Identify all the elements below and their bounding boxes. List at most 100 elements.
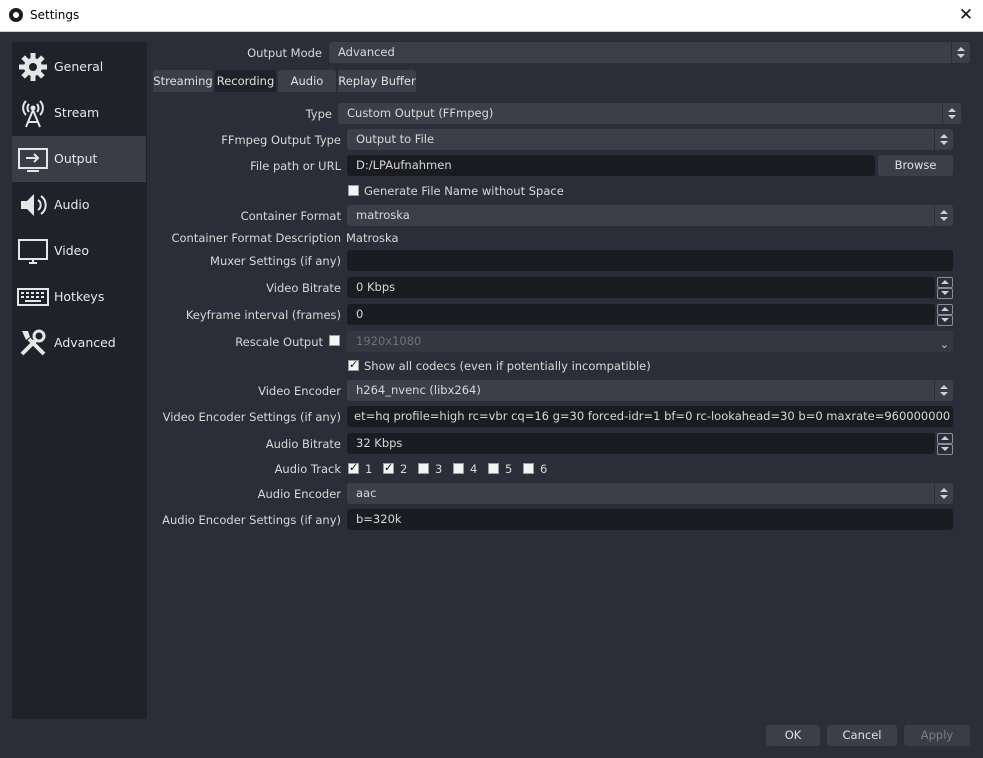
tools-icon bbox=[20, 329, 46, 356]
browse-button[interactable]: Browse bbox=[878, 155, 953, 176]
sidebar-item-label: Hotkeys bbox=[54, 289, 105, 304]
arrow-down-icon[interactable] bbox=[937, 288, 953, 299]
sidebar-item-general[interactable]: General bbox=[12, 44, 146, 90]
video-encoder-settings-input[interactable]: et=hq profile=high rc=vbr cq=16 g=30 for… bbox=[347, 406, 953, 427]
container-format-value: matroska bbox=[356, 208, 410, 222]
tab-streaming[interactable]: Streaming bbox=[153, 70, 213, 92]
rescale-output-checkbox[interactable] bbox=[329, 335, 340, 346]
audio-track-4-checkbox[interactable] bbox=[453, 463, 464, 474]
file-path-label: File path or URL bbox=[250, 159, 341, 173]
audio-track-3-checkbox[interactable] bbox=[418, 463, 429, 474]
arrow-down-icon[interactable] bbox=[937, 315, 953, 326]
sidebar-item-label: Output bbox=[54, 151, 98, 166]
rescale-resolution-value: 1920x1080 bbox=[356, 334, 422, 348]
keyframe-interval-label: Keyframe interval (frames) bbox=[185, 308, 341, 322]
tab-replay-buffer[interactable]: Replay Buffer bbox=[338, 70, 416, 92]
rescale-output-label: Rescale Output bbox=[235, 335, 323, 349]
ok-button[interactable]: OK bbox=[766, 725, 820, 746]
keyboard-icon bbox=[17, 288, 49, 306]
monitor-icon bbox=[18, 239, 48, 264]
sidebar-item-video[interactable]: Video bbox=[12, 228, 146, 274]
title-bar: Settings ✕ bbox=[0, 0, 983, 32]
video-encoder-select[interactable]: h264_nvenc (libx264) bbox=[347, 380, 953, 401]
file-path-input[interactable]: D:/LPAufnahmen bbox=[347, 155, 875, 176]
ffmpeg-output-type-select[interactable]: Output to File bbox=[347, 129, 953, 150]
gear-icon bbox=[19, 53, 47, 81]
ffmpeg-output-type-label: FFmpeg Output Type bbox=[221, 133, 341, 147]
generate-file-name-label: Generate File Name without Space bbox=[364, 184, 564, 198]
muxer-settings-input[interactable] bbox=[347, 250, 953, 271]
sidebar-item-output[interactable]: Output bbox=[12, 136, 146, 182]
audio-track-6-label: 6 bbox=[540, 462, 548, 476]
audio-encoder-label: Audio Encoder bbox=[257, 487, 341, 501]
video-bitrate-value: 0 Kbps bbox=[356, 280, 396, 294]
audio-track-1-label: 1 bbox=[365, 462, 373, 476]
ffmpeg-output-type-value: Output to File bbox=[356, 132, 435, 146]
apply-button[interactable]: Apply bbox=[904, 725, 970, 746]
sidebar-item-advanced[interactable]: Advanced bbox=[12, 320, 146, 366]
type-value: Custom Output (FFmpeg) bbox=[347, 106, 494, 120]
audio-track-2-checkbox[interactable] bbox=[383, 461, 394, 474]
audio-bitrate-spinbox[interactable]: 32 Kbps bbox=[347, 433, 953, 455]
container-desc-label: Container Format Description bbox=[171, 231, 341, 245]
arrow-up-icon[interactable] bbox=[937, 433, 953, 444]
video-bitrate-spinbox[interactable]: 0 Kbps bbox=[347, 277, 953, 299]
up-down-arrows-icon bbox=[942, 103, 961, 124]
audio-track-1-checkbox[interactable] bbox=[348, 461, 359, 474]
output-icon bbox=[18, 148, 48, 172]
audio-track-2-label: 2 bbox=[400, 462, 408, 476]
window-title: Settings bbox=[30, 8, 80, 22]
up-down-arrows-icon bbox=[934, 483, 953, 504]
output-mode-select[interactable]: Advanced bbox=[329, 42, 970, 63]
sidebar-item-label: Stream bbox=[54, 105, 100, 120]
video-bitrate-label: Video Bitrate bbox=[266, 281, 341, 295]
container-format-select[interactable]: matroska bbox=[347, 205, 953, 226]
audio-track-5-label: 5 bbox=[505, 462, 513, 476]
spin-buttons[interactable] bbox=[937, 433, 953, 455]
sidebar-item-label: Advanced bbox=[54, 335, 116, 350]
type-select[interactable]: Custom Output (FFmpeg) bbox=[338, 103, 961, 124]
output-mode-label: Output Mode bbox=[247, 46, 322, 60]
tab-audio[interactable]: Audio bbox=[278, 70, 336, 92]
audio-track-5-checkbox[interactable] bbox=[488, 463, 499, 474]
container-format-label: Container Format bbox=[240, 209, 341, 223]
audio-track-4-label: 4 bbox=[470, 462, 478, 476]
audio-encoder-settings-input[interactable]: b=320k bbox=[347, 509, 953, 530]
up-down-arrows-icon bbox=[934, 129, 953, 150]
tab-recording[interactable]: Recording bbox=[215, 70, 276, 92]
sidebar-item-label: General bbox=[54, 59, 104, 74]
spin-buttons[interactable] bbox=[937, 277, 953, 299]
show-all-codecs-checkbox[interactable] bbox=[348, 358, 359, 371]
antenna-icon bbox=[22, 100, 44, 128]
keyframe-interval-value: 0 bbox=[356, 307, 364, 321]
video-encoder-value: h264_nvenc (libx264) bbox=[356, 383, 481, 397]
sidebar-item-stream[interactable]: Stream bbox=[12, 90, 146, 136]
audio-encoder-select[interactable]: aac bbox=[347, 483, 953, 504]
generate-file-name-checkbox[interactable] bbox=[348, 185, 359, 196]
cancel-button[interactable]: Cancel bbox=[827, 725, 897, 746]
arrow-up-icon[interactable] bbox=[937, 304, 953, 315]
up-down-arrows-icon bbox=[934, 380, 953, 401]
audio-track-6-checkbox[interactable] bbox=[523, 463, 534, 474]
output-mode-value: Advanced bbox=[338, 45, 395, 59]
audio-bitrate-label: Audio Bitrate bbox=[265, 437, 341, 451]
chevron-down-icon: ⌄ bbox=[939, 338, 949, 351]
speaker-icon bbox=[21, 194, 47, 216]
show-all-codecs-label: Show all codecs (even if potentially inc… bbox=[364, 359, 651, 373]
spin-buttons[interactable] bbox=[937, 304, 953, 326]
sidebar-item-label: Video bbox=[54, 243, 90, 258]
obs-logo-icon bbox=[9, 8, 23, 22]
sidebar-item-audio[interactable]: Audio bbox=[12, 182, 146, 228]
arrow-down-icon[interactable] bbox=[937, 444, 953, 455]
sidebar-item-label: Audio bbox=[54, 197, 90, 212]
arrow-up-icon[interactable] bbox=[937, 277, 953, 288]
keyframe-interval-spinbox[interactable]: 0 bbox=[347, 304, 953, 326]
close-icon[interactable]: ✕ bbox=[949, 0, 983, 31]
settings-sidebar: General Stream Output Audio Video Hotkey… bbox=[12, 42, 147, 719]
audio-encoder-settings-label: Audio Encoder Settings (if any) bbox=[162, 513, 341, 527]
audio-track-label: Audio Track bbox=[274, 462, 341, 476]
sidebar-item-hotkeys[interactable]: Hotkeys bbox=[12, 274, 146, 320]
container-desc-value: Matroska bbox=[346, 231, 399, 245]
muxer-settings-label: Muxer Settings (if any) bbox=[210, 254, 341, 268]
audio-bitrate-value: 32 Kbps bbox=[356, 436, 403, 450]
